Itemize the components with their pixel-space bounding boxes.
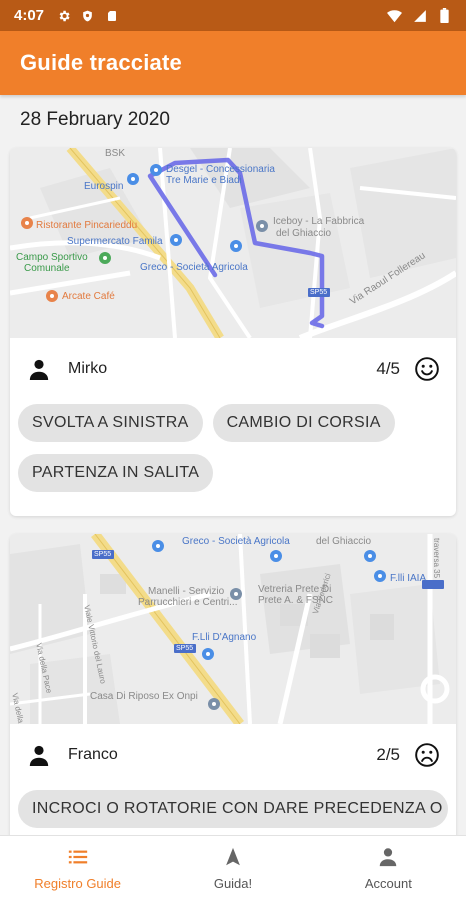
guide-info-row: Mirko 4/5 — [10, 338, 456, 400]
map-label: F.lli IAIA — [390, 573, 427, 584]
list-icon — [68, 850, 87, 863]
smile-icon — [415, 357, 439, 381]
nav-label: Guida! — [213, 875, 253, 891]
map-label: del Ghiaccio — [316, 536, 372, 547]
person-icon — [380, 847, 397, 866]
frown-icon — [415, 743, 439, 767]
driver-name: Mirko — [68, 360, 108, 377]
map-label: Ristorante Pincarieddu — [36, 220, 138, 231]
person-icon — [29, 745, 49, 766]
map-label: Supermercato Famila — [67, 236, 163, 247]
nav-label: Account — [364, 875, 412, 891]
map-label: Manelli - Servizio — [148, 586, 225, 597]
maneuver-chip[interactable]: INCROCI O ROTATORIE CON DARE PRECEDENZA … — [18, 790, 448, 828]
map-label: BSK — [105, 148, 126, 159]
map-label: traversa 35 — [432, 538, 441, 579]
status-bar: 4:07 — [0, 0, 466, 31]
bottom-navigation: Registro Guide Guida! Account — [0, 835, 466, 900]
person-icon — [29, 359, 49, 380]
nav-label: Registro Guide — [34, 875, 122, 891]
map-label: Greco - Società Agricola — [182, 536, 290, 547]
signal-icon — [412, 8, 427, 23]
nav-registro-guide[interactable]: Registro Guide — [0, 836, 155, 900]
page-title: Guide tracciate — [20, 50, 182, 75]
route-map[interactable]: Greco - Società Agricola del Ghiaccio SP… — [10, 534, 456, 724]
route-map[interactable]: BSK Desgel - Concessionaria Tre Marie e … — [10, 148, 456, 338]
map-label: Comunale — [24, 263, 70, 274]
map-label: Campo Sportivo — [16, 252, 88, 263]
road-badge: SP55 — [94, 551, 112, 558]
map-label: Greco - Società Agricola — [140, 262, 248, 273]
guide-score: 2/5 — [376, 745, 400, 764]
chip-group: INCROCI O ROTATORIE CON DARE PRECEDENZA … — [10, 786, 456, 828]
guide-score: 4/5 — [376, 359, 400, 378]
battery-icon — [437, 8, 452, 23]
map-label: Parrucchieri e Centri... — [138, 597, 238, 608]
navigation-arrow-icon — [226, 847, 240, 865]
nav-guida[interactable]: Guida! — [155, 836, 310, 900]
shield-icon — [80, 8, 95, 23]
wifi-icon — [387, 8, 402, 23]
status-time: 4:07 — [14, 7, 45, 24]
sd-card-icon — [104, 8, 119, 23]
map-label: Tre Marie e Biadi — [166, 175, 242, 186]
map-label: Casa Di Riposo Ex Onpi — [90, 691, 198, 702]
map-label: Arcate Café — [62, 291, 115, 302]
map-label: Iceboy - La Fabbrica — [273, 216, 365, 227]
guide-info-row: Franco 2/5 — [10, 724, 456, 786]
guide-card[interactable]: Greco - Società Agricola del Ghiaccio SP… — [10, 534, 456, 835]
chip-group: SVOLTA A SINISTRA CAMBIO DI CORSIA PARTE… — [10, 400, 456, 492]
road-badge: SP55 — [176, 645, 194, 652]
map-label: Eurospin — [84, 181, 124, 192]
guide-card[interactable]: BSK Desgel - Concessionaria Tre Marie e … — [10, 148, 456, 516]
guide-list[interactable]: 28 February 2020 BSK Desgel - Concession… — [0, 95, 466, 835]
map-label: F.Lli D'Agnano — [192, 632, 257, 643]
date-header: 28 February 2020 — [20, 109, 170, 130]
maneuver-chip[interactable]: PARTENZA IN SALITA — [18, 454, 214, 492]
driver-name: Franco — [68, 746, 118, 763]
maneuver-chip[interactable]: SVOLTA A SINISTRA — [18, 404, 203, 442]
app-bar: Guide tracciate — [0, 31, 466, 95]
road-badge: SP55 — [310, 289, 328, 296]
map-label: Desgel - Concessionaria — [166, 164, 275, 175]
nav-account[interactable]: Account — [311, 836, 466, 900]
maneuver-chip[interactable]: CAMBIO DI CORSIA — [212, 404, 395, 442]
map-label: del Ghiaccio — [276, 228, 332, 239]
gear-icon — [56, 8, 71, 23]
